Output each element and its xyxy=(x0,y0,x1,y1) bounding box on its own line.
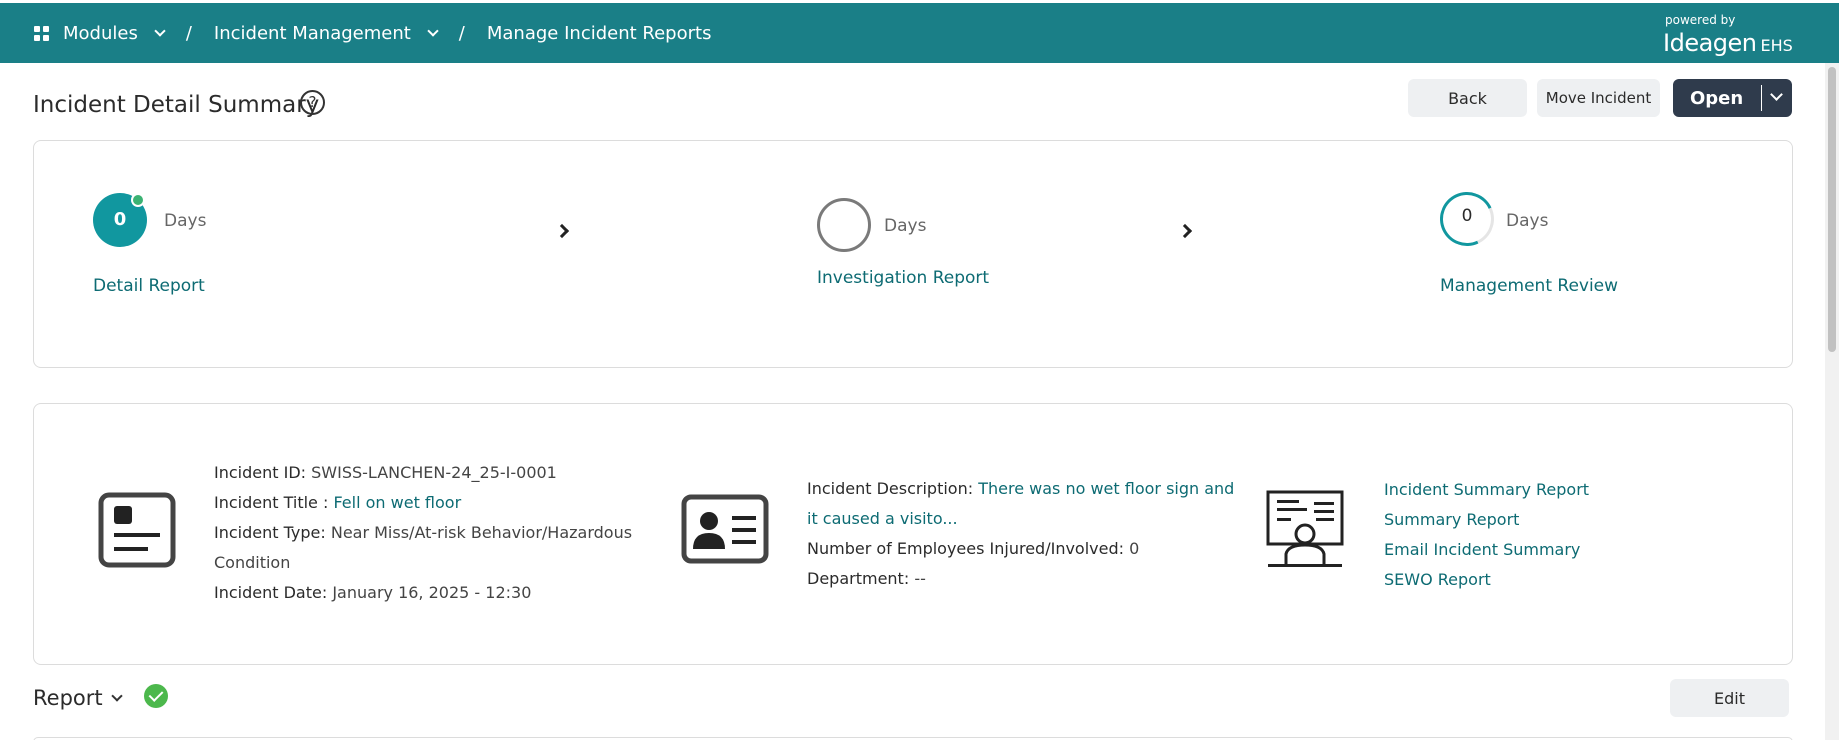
top-navigation-bar: Modules / Incident Management / Manage I… xyxy=(0,3,1839,63)
chevron-down-icon[interactable] xyxy=(1770,88,1783,101)
breadcrumb-incident-management[interactable]: Incident Management xyxy=(214,23,451,44)
vertical-scrollbar[interactable] xyxy=(1825,63,1839,740)
chevron-down-icon[interactable] xyxy=(427,25,439,37)
incident-title-label: Incident Title : xyxy=(214,493,329,512)
stage-days-label: Days xyxy=(884,216,927,236)
id-card-icon xyxy=(681,494,769,564)
chevron-down-icon[interactable] xyxy=(154,25,166,37)
stage-days-label: Days xyxy=(164,211,207,231)
department-value: -- xyxy=(914,569,926,588)
report-section-title[interactable]: Report xyxy=(33,686,103,710)
incident-date-value: January 16, 2025 - 12:30 xyxy=(332,583,532,602)
breadcrumb: Modules / Incident Management / Manage I… xyxy=(34,3,711,63)
incident-summary-report-link[interactable]: Incident Summary Report xyxy=(1384,475,1589,505)
breadcrumb-modules-label[interactable]: Modules xyxy=(63,23,138,44)
breadcrumb-separator: / xyxy=(185,22,192,44)
back-button[interactable]: Back xyxy=(1408,79,1527,117)
breadcrumb-current: Manage Incident Reports xyxy=(486,22,712,44)
edit-button[interactable]: Edit xyxy=(1670,679,1789,717)
brand-product: EHS xyxy=(1760,36,1793,55)
department-label: Department: xyxy=(807,569,910,588)
stage-count: 0 xyxy=(113,209,127,230)
check-icon xyxy=(131,193,145,207)
document-icon xyxy=(98,492,176,568)
incident-type-value: Near Miss/At-risk Behavior/Hazardous xyxy=(330,523,633,542)
brand-name: Ideagen xyxy=(1663,29,1757,57)
summary-report-link[interactable]: Summary Report xyxy=(1384,505,1589,535)
workflow-stages-card xyxy=(33,140,1793,368)
email-incident-summary-link[interactable]: Email Incident Summary xyxy=(1384,535,1589,565)
incident-description-link[interactable]: There was no wet floor sign and xyxy=(978,479,1234,498)
scrollbar-thumb[interactable] xyxy=(1828,67,1836,352)
incident-description-link-cont[interactable]: it caused a visito... xyxy=(807,509,958,528)
incident-id-value: SWISS-LANCHEN-24_25-I-0001 xyxy=(311,463,557,482)
chevron-down-icon[interactable] xyxy=(111,690,123,702)
breadcrumb-separator: / xyxy=(458,22,465,44)
sewo-report-link[interactable]: SEWO Report xyxy=(1384,565,1589,595)
investigation-report-link[interactable]: Investigation Report xyxy=(817,268,989,288)
employees-injured-label: Number of Employees Injured/Involved: xyxy=(807,539,1125,558)
presentation-screen-icon xyxy=(1266,490,1344,567)
incident-description-column: Incident Description: There was no wet f… xyxy=(807,474,1234,594)
report-links-list: Incident Summary Report Summary Report E… xyxy=(1384,475,1589,595)
stage-days-label: Days xyxy=(1506,211,1549,231)
incident-id-label: Incident ID: xyxy=(214,463,307,482)
check-circle-icon xyxy=(144,684,168,708)
incident-title-link[interactable]: Fell on wet floor xyxy=(333,493,461,512)
open-status-label: Open xyxy=(1690,87,1744,109)
incident-type-value-cont: Condition xyxy=(214,553,291,572)
management-review-link[interactable]: Management Review xyxy=(1440,276,1618,296)
employees-injured-value: 0 xyxy=(1129,539,1140,558)
detail-report-link[interactable]: Detail Report xyxy=(93,276,205,296)
modules-grid-icon[interactable] xyxy=(34,25,49,41)
incident-date-label: Incident Date: xyxy=(214,583,328,602)
stage-count: 0 xyxy=(1461,206,1473,226)
open-status-button[interactable]: Open xyxy=(1673,79,1792,117)
incident-type-label: Incident Type: xyxy=(214,523,326,542)
incident-description-label: Incident Description: xyxy=(807,479,974,498)
page-title: Incident Detail Summary xyxy=(33,92,320,118)
brand-logo: powered by Ideagen EHS xyxy=(1663,13,1803,57)
breadcrumb-modules[interactable]: Modules xyxy=(63,23,178,44)
button-divider xyxy=(1761,85,1762,111)
stage-progress-circle: 0 xyxy=(93,193,147,247)
powered-by-text: powered by xyxy=(1665,13,1736,27)
move-incident-button[interactable]: Move Incident xyxy=(1537,79,1660,117)
breadcrumb-incident-management-label[interactable]: Incident Management xyxy=(214,23,411,44)
incident-details-column: Incident ID: SWISS-LANCHEN-24_25-I-0001 … xyxy=(214,458,632,608)
stage-progress-circle xyxy=(817,198,871,252)
help-icon[interactable]: ? xyxy=(300,90,325,115)
